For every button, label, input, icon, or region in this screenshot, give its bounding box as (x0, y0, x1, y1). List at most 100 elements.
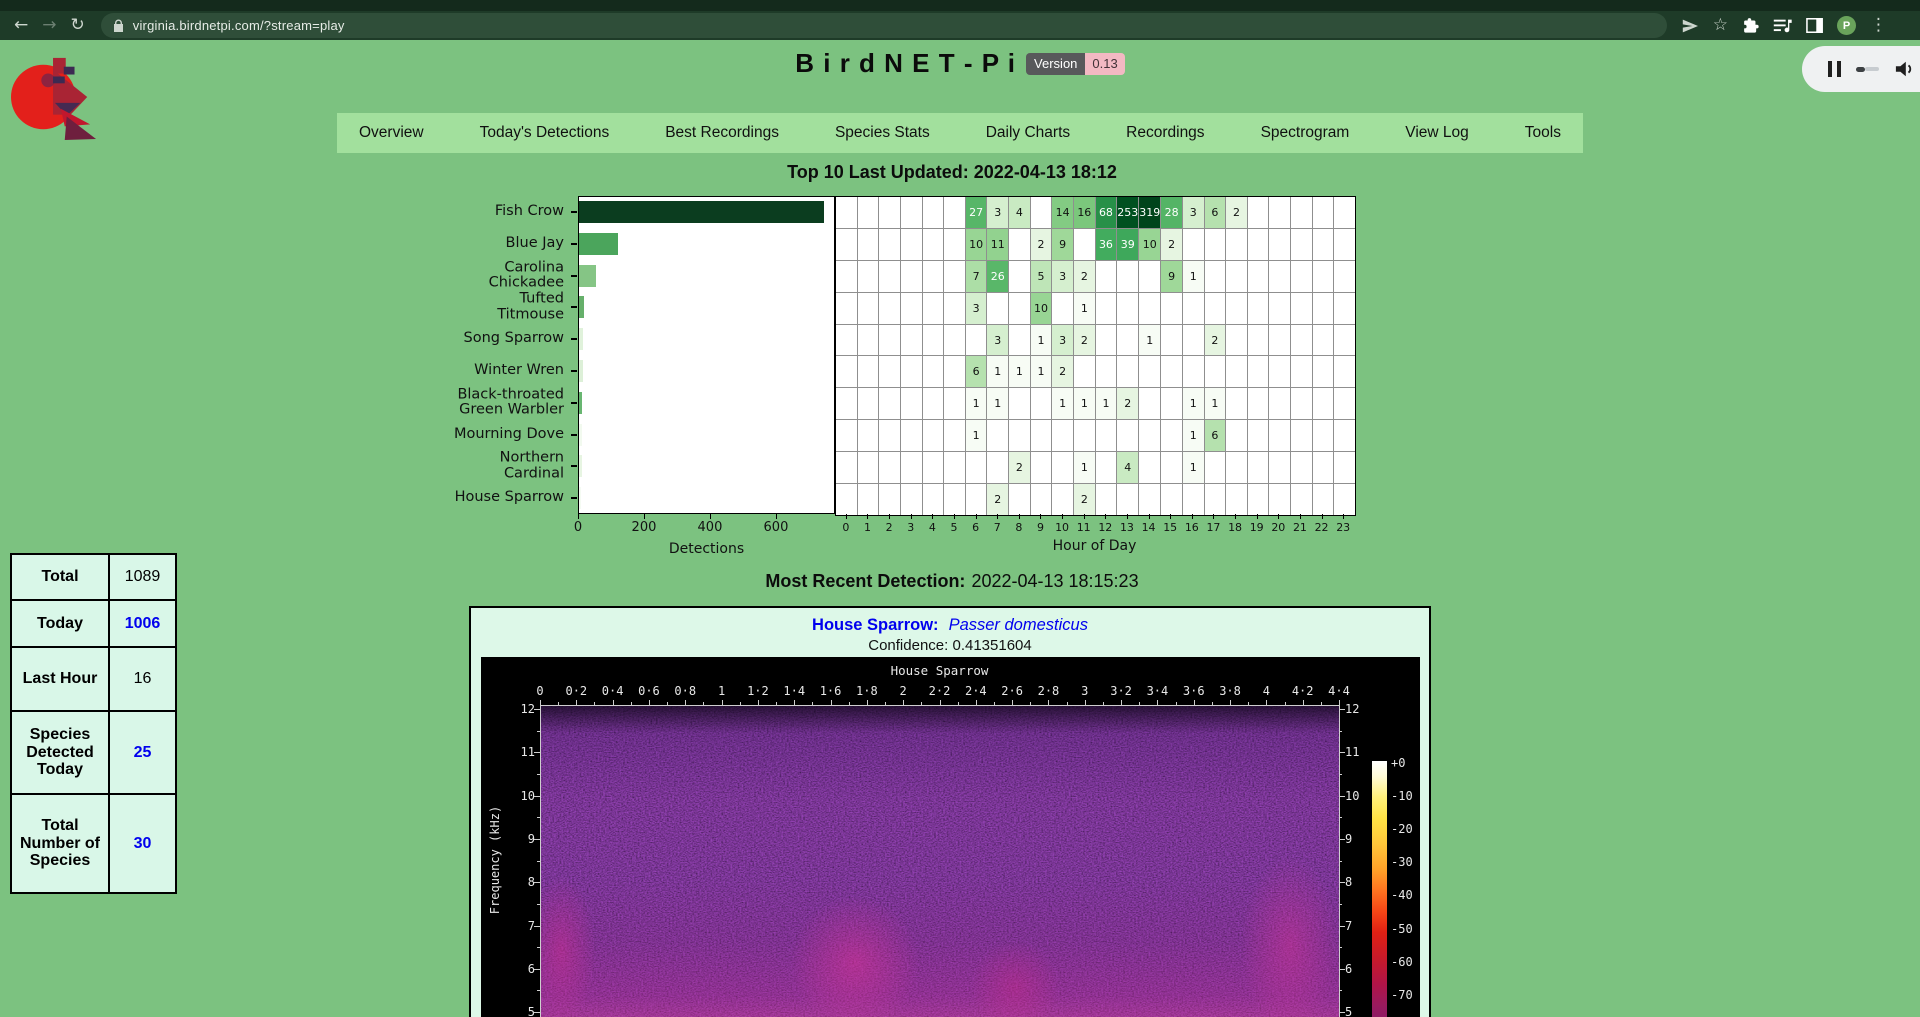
nav-item-spectrogram[interactable]: Spectrogram (1261, 124, 1350, 142)
heatmap-cell (1313, 325, 1334, 356)
hour-xtick-label: 9 (1037, 521, 1044, 534)
tab-strip (0, 0, 1920, 11)
heatmap-cell (1313, 197, 1334, 228)
heatmap-cell (901, 261, 922, 292)
hour-xtick-label: 22 (1315, 521, 1329, 534)
heatmap-cell (1269, 229, 1290, 260)
extensions-icon[interactable] (1742, 17, 1759, 34)
time-tick-label: 3·2 (1110, 684, 1132, 698)
colorbar-tick-label: -40 (1391, 888, 1413, 902)
time-tick (758, 700, 759, 705)
time-minor-tick (594, 702, 595, 705)
stats-value-species-detected-today[interactable]: 25 (110, 712, 175, 793)
stats-link-total-number-of-species[interactable]: 30 (134, 835, 152, 853)
stats-value-today[interactable]: 1006 (110, 601, 175, 646)
time-minor-tick (885, 702, 886, 705)
bar-ytick (571, 338, 577, 340)
stats-link-species-detected-today[interactable]: 25 (134, 744, 152, 762)
hour-xtick (1084, 514, 1085, 519)
hour-xtick (932, 514, 933, 519)
hour-xtick (1040, 514, 1041, 519)
bar-category-label: Carolina Chickadee (452, 260, 564, 291)
nav-item-view-log[interactable]: View Log (1405, 124, 1468, 142)
colorbar-tick-label: -30 (1391, 855, 1413, 869)
time-tick (1085, 700, 1086, 705)
spectrogram-noise (540, 705, 1339, 1017)
hour-xtick-label: 13 (1120, 521, 1134, 534)
heatmap-cell (1226, 388, 1247, 419)
hour-xtick (1062, 514, 1063, 519)
heatmap-cell (901, 293, 922, 324)
heatmap-cell: 2 (1205, 325, 1226, 356)
heatmap-cell: 1 (966, 420, 987, 451)
heatmap-cell (1313, 484, 1334, 515)
heatmap-cell (1334, 388, 1355, 419)
heatmap-cell (858, 261, 879, 292)
hour-xtick (1149, 514, 1150, 519)
browser-chrome: ← → ↻ virginia.birdnetpi.com/?stream=pla… (0, 0, 1920, 40)
heatmap-cell (1161, 325, 1182, 356)
heatmap-cell (966, 325, 987, 356)
heatmap-cell (1096, 356, 1117, 387)
heatmap-cell (858, 420, 879, 451)
reload-icon[interactable]: ↻ (71, 17, 85, 34)
audio-player[interactable] (1802, 46, 1920, 92)
nav-item-best-recordings[interactable]: Best Recordings (665, 124, 779, 142)
time-tick-label: 0·4 (602, 684, 624, 698)
heatmap-cell: 1 (987, 356, 1008, 387)
heatmap-cell: 26 (987, 261, 1008, 292)
freq-tick-right (1339, 969, 1345, 970)
nav-item-recordings[interactable]: Recordings (1126, 124, 1204, 142)
time-minor-tick (1212, 702, 1213, 705)
side-panel-icon[interactable] (1806, 18, 1823, 33)
bar-xtick-label: 0 (574, 520, 582, 535)
media-playlist-icon[interactable] (1773, 18, 1792, 34)
heatmap-cell (1096, 452, 1117, 483)
hour-xtick-label: 15 (1163, 521, 1177, 534)
nav-item-tools[interactable]: Tools (1525, 124, 1561, 142)
url-bar[interactable]: virginia.birdnetpi.com/?stream=play (101, 13, 1667, 38)
freq-tick (534, 709, 540, 710)
nav-item-species-stats[interactable]: Species Stats (835, 124, 930, 142)
forward-icon[interactable]: → (42, 17, 56, 34)
back-icon[interactable]: ← (14, 17, 28, 34)
heatmap-cell (1009, 293, 1030, 324)
time-minor-tick (1248, 702, 1249, 705)
most-recent-heading: Most Recent Detection:2022-04-13 18:15:2… (0, 571, 1904, 592)
heatmap-cell (1117, 484, 1138, 515)
freq-tick-label-right: 12 (1345, 702, 1375, 716)
lock-icon (113, 19, 124, 32)
freq-tick (534, 882, 540, 883)
menu-dots-icon[interactable]: ⋮ (1870, 17, 1887, 34)
bar-ytick (571, 370, 577, 372)
nav-item-today-s-detections[interactable]: Today's Detections (480, 124, 610, 142)
profile-avatar[interactable]: P (1837, 16, 1856, 35)
heatmap-cell (1248, 452, 1269, 483)
time-minor-tick (631, 702, 632, 705)
hour-xtick-label: 17 (1206, 521, 1220, 534)
heatmap-cell (923, 484, 944, 515)
time-tick-label: 4 (1263, 684, 1270, 698)
heatmap-cell (879, 229, 900, 260)
hour-xtick-label: 8 (1015, 521, 1022, 534)
send-icon[interactable] (1681, 18, 1699, 34)
nav-item-overview[interactable]: Overview (359, 124, 424, 142)
time-tick-label: 2 (900, 684, 907, 698)
volume-icon[interactable] (1894, 60, 1914, 78)
pause-icon[interactable] (1828, 61, 1841, 77)
heatmap-cell (901, 229, 922, 260)
stats-value-total-number-of-species[interactable]: 30 (110, 795, 175, 892)
stats-label-today: Today (12, 601, 110, 646)
hour-xtick-label: 4 (929, 521, 936, 534)
hour-xtick-label: 0 (842, 521, 849, 534)
time-tick (940, 700, 941, 705)
stats-link-today[interactable]: 1006 (125, 615, 161, 633)
heatmap-cell: 1 (1205, 388, 1226, 419)
bookmark-star-icon[interactable]: ☆ (1713, 17, 1728, 34)
hour-xtick (954, 514, 955, 519)
heatmap-cell: 1 (1074, 388, 1095, 419)
nav-item-daily-charts[interactable]: Daily Charts (986, 124, 1070, 142)
heatmap-cell: 1 (1096, 388, 1117, 419)
seek-slider[interactable] (1856, 67, 1879, 72)
hour-xtick (889, 514, 890, 519)
